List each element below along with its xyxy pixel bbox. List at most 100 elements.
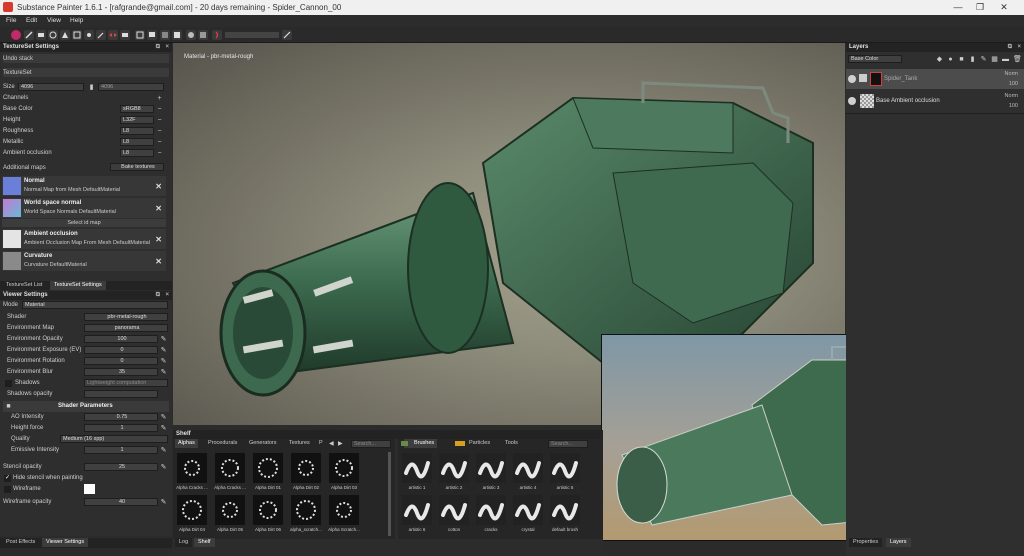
tab-shelf[interactable]: Shelf	[194, 538, 215, 547]
tab-brushes[interactable]: Brushes	[404, 439, 438, 448]
env-slider[interactable]: 0	[84, 357, 158, 365]
brushes-search-input[interactable]: Search...	[548, 440, 588, 448]
wireframe-checkbox[interactable]	[4, 486, 11, 493]
add-fill-layer-icon[interactable]: ◆	[936, 56, 943, 63]
float-icon[interactable]: ⧉	[1008, 44, 1012, 51]
display-icon[interactable]	[147, 30, 157, 40]
brush-icon[interactable]	[24, 30, 34, 40]
paint-icon[interactable]	[11, 30, 21, 40]
alpha-thumbnail[interactable]	[215, 495, 245, 525]
edit-icon[interactable]: ✎	[160, 464, 167, 471]
alpha-thumbnail[interactable]	[329, 495, 359, 525]
alpha-thumbnail[interactable]	[253, 453, 283, 483]
brush-thumbnail[interactable]	[513, 453, 543, 483]
layer-opacity[interactable]: 100	[1009, 103, 1018, 109]
float-icon[interactable]: ⧉	[156, 44, 160, 51]
edit-icon[interactable]: ✎	[160, 347, 167, 354]
alpha-thumbnail[interactable]	[253, 495, 283, 525]
tab-properties[interactable]: Properties	[849, 538, 883, 547]
instance-icon[interactable]: ▦	[991, 56, 998, 63]
env-slider[interactable]: 0	[84, 346, 158, 354]
map-world-space-normal[interactable]: World space normal World Space Normals D…	[2, 198, 166, 218]
alpha-thumbnail[interactable]	[291, 495, 321, 525]
bracket-icon[interactable]	[212, 30, 222, 40]
effect-icon[interactable]: ✎	[980, 56, 987, 63]
remove-map-icon[interactable]: ✕	[155, 204, 162, 213]
env-slider[interactable]: 35	[84, 368, 158, 376]
tab-viewer-settings[interactable]: Viewer Settings	[42, 538, 89, 547]
brush-size-slider[interactable]	[225, 32, 279, 38]
tab-particles[interactable]: Particles	[466, 439, 493, 448]
channel-format-select[interactable]: L8	[120, 127, 154, 135]
minimize-button[interactable]: —	[951, 1, 965, 13]
quality-select[interactable]: Medium (16 spp)	[60, 435, 168, 443]
brush-thumbnail[interactable]	[550, 495, 580, 525]
display-mode-icon[interactable]	[198, 30, 208, 40]
emissive-slider[interactable]: 1	[84, 446, 158, 454]
clone-icon[interactable]	[84, 30, 94, 40]
next-tab-icon[interactable]: ▶	[335, 439, 346, 448]
mode-select[interactable]: Material	[22, 301, 168, 309]
shadows-opacity-slider[interactable]	[84, 390, 158, 398]
generator-icon[interactable]: ▮	[969, 56, 976, 63]
camera-icon[interactable]	[120, 30, 130, 40]
layer-blend-mode[interactable]: Norm	[1005, 93, 1018, 99]
remove-channel-icon[interactable]: −	[156, 117, 163, 124]
bake-textures-button[interactable]: Bake textures	[110, 163, 164, 171]
tab-more[interactable]: P	[316, 439, 326, 448]
size-select[interactable]: 4096	[18, 83, 84, 91]
size-select-2[interactable]: 4096	[98, 83, 164, 91]
smudge-icon[interactable]	[72, 30, 82, 40]
brush-thumbnail[interactable]	[402, 495, 432, 525]
polygon-fill-icon[interactable]	[60, 30, 70, 40]
folder-icon[interactable]: ▬	[1002, 56, 1009, 63]
menu-help[interactable]: Help	[70, 17, 83, 24]
remove-channel-icon[interactable]: −	[156, 139, 163, 146]
projection-icon[interactable]	[48, 30, 58, 40]
stencil-slider[interactable]: 25	[84, 463, 158, 471]
tab-post-effects[interactable]: Post Effects	[2, 538, 39, 547]
menu-view[interactable]: View	[47, 17, 61, 24]
close-panel-icon[interactable]: ×	[165, 292, 169, 298]
brush-thumbnail[interactable]	[439, 453, 469, 483]
alpha-thumbnail[interactable]	[177, 495, 207, 525]
edit-icon[interactable]: ✎	[160, 414, 167, 421]
alpha-thumbnail[interactable]	[329, 453, 359, 483]
menu-file[interactable]: File	[6, 17, 16, 24]
menu-edit[interactable]: Edit	[26, 17, 37, 24]
pencil-icon[interactable]	[282, 30, 292, 40]
remove-map-icon[interactable]: ✕	[155, 235, 162, 244]
env-slider[interactable]: 100	[84, 335, 158, 343]
render-icon[interactable]	[172, 30, 182, 40]
hide-stencil-checkbox[interactable]: ✓	[4, 475, 11, 482]
map-curvature[interactable]: Curvature Curvature DefaultMaterial ✕	[2, 251, 166, 271]
brush-thumbnail[interactable]	[476, 495, 506, 525]
tab-procedurals[interactable]: Procedurals	[205, 439, 240, 448]
channel-format-select[interactable]: L8	[120, 149, 154, 157]
brush-thumbnail[interactable]	[476, 453, 506, 483]
channel-select[interactable]: Base Color	[848, 55, 902, 63]
close-panel-icon[interactable]: ×	[1017, 44, 1021, 50]
settings-icon[interactable]	[186, 30, 196, 40]
env-map-select[interactable]: panorama	[84, 324, 168, 332]
map-ambient-occlusion[interactable]: Ambient occlusion Ambient Occlusion Map …	[2, 229, 166, 249]
edit-icon[interactable]: ✎	[160, 369, 167, 376]
alpha-thumbnail[interactable]	[291, 453, 321, 483]
add-mask-icon[interactable]: ■	[958, 56, 965, 63]
layer-blend-mode[interactable]: Norm	[1005, 71, 1018, 77]
picker-icon[interactable]	[96, 30, 106, 40]
close-button[interactable]: ✕	[997, 1, 1011, 13]
visibility-icon[interactable]	[848, 97, 856, 105]
wireframe-opacity-slider[interactable]: 40	[84, 498, 158, 506]
height-force-slider[interactable]: 1	[84, 424, 158, 432]
alphas-search-input[interactable]: Search...	[351, 440, 391, 448]
shader-params-header[interactable]: ■ Shader Parameters	[3, 401, 169, 412]
channel-format-select[interactable]: L32F	[120, 116, 154, 124]
edit-icon[interactable]: ✎	[160, 336, 167, 343]
map-normal[interactable]: Normal Normal Map from Mesh DefaultMater…	[2, 176, 166, 196]
close-panel-icon[interactable]: ×	[165, 44, 169, 50]
ao-intensity-slider[interactable]: 0.75	[84, 413, 158, 421]
brush-thumbnail[interactable]	[550, 453, 580, 483]
alpha-thumbnail[interactable]	[215, 453, 245, 483]
view-icon[interactable]	[160, 30, 170, 40]
